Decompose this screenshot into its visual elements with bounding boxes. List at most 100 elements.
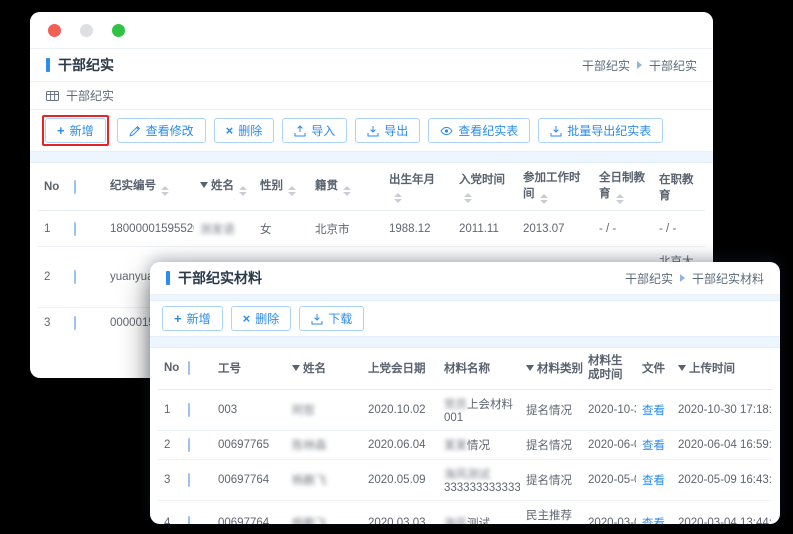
table-row: 1 18000001595520000 测发语 女 北京市 1988.12 20… bbox=[38, 211, 705, 247]
sort-icon[interactable] bbox=[288, 186, 296, 196]
breadcrumb-item[interactable]: 干部纪实 bbox=[625, 270, 673, 287]
header-select-all bbox=[182, 348, 212, 389]
row-checkbox[interactable] bbox=[74, 270, 76, 284]
filter-icon[interactable] bbox=[526, 365, 534, 371]
cell-file: 查看 bbox=[636, 459, 672, 500]
cell-no: 2 bbox=[38, 247, 68, 308]
row-checkbox[interactable] bbox=[188, 473, 190, 487]
filter-icon[interactable] bbox=[200, 182, 208, 188]
header-no: No bbox=[158, 348, 182, 389]
sort-icon[interactable] bbox=[394, 193, 402, 203]
cell-select bbox=[68, 308, 104, 379]
cell-upload-time: 2020-05-09 16:43:45 bbox=[672, 459, 772, 500]
export-button[interactable]: 导出 bbox=[355, 118, 420, 143]
download-button[interactable]: 下载 bbox=[299, 306, 364, 331]
header-file: 文件 bbox=[636, 348, 672, 389]
add-button[interactable]: 新增 bbox=[45, 118, 106, 143]
page-title-text: 干部纪实 bbox=[58, 55, 114, 75]
header-select-all bbox=[68, 163, 104, 211]
select-all-checkbox[interactable] bbox=[188, 361, 190, 375]
row-checkbox[interactable] bbox=[188, 438, 190, 452]
page-header: 干部纪实 干部纪实 干部纪实 bbox=[30, 49, 713, 82]
table-row: 1 003 阿哲 2020.10.02 党员上会材料001 提名情况 2020-… bbox=[158, 389, 772, 430]
cell-no: 4 bbox=[158, 500, 182, 524]
sort-icon[interactable] bbox=[161, 186, 169, 196]
edit-icon bbox=[129, 125, 141, 137]
view-file-link[interactable]: 查看 bbox=[642, 405, 665, 417]
window-titlebar bbox=[30, 12, 713, 49]
cell-gender: 女 bbox=[254, 211, 309, 247]
section-divider bbox=[30, 151, 713, 163]
x-icon bbox=[243, 312, 251, 325]
header-name: 姓名 bbox=[286, 348, 362, 389]
row-checkbox[interactable] bbox=[188, 403, 190, 417]
batch-export-button[interactable]: 批量导出纪实表 bbox=[538, 118, 663, 143]
title-accent-bar bbox=[46, 58, 50, 72]
breadcrumb-item[interactable]: 干部纪实 bbox=[582, 57, 630, 74]
materials-table: No 工号 姓名 上党会日期 材料名称 材料类别 材料生成时间 文件 上传时间 … bbox=[158, 348, 772, 524]
row-checkbox[interactable] bbox=[74, 316, 76, 330]
header-birth-date: 出生年月 bbox=[383, 163, 453, 211]
header-record-id: 纪实编号 bbox=[104, 163, 194, 211]
cell-onjob: - / - bbox=[653, 211, 705, 247]
view-record-sheet-button[interactable]: 查看纪实表 bbox=[428, 118, 530, 143]
view-edit-button[interactable]: 查看修改 bbox=[117, 118, 206, 143]
filter-icon[interactable] bbox=[292, 365, 300, 371]
traffic-light-minimize-icon[interactable] bbox=[80, 24, 93, 37]
traffic-light-close-icon[interactable] bbox=[48, 24, 61, 37]
cell-material-name: 某某情况 bbox=[438, 430, 520, 459]
cell-employee-id: 00697765 bbox=[212, 430, 286, 459]
cell-name: 杨鹏飞 bbox=[286, 459, 362, 500]
download-icon bbox=[367, 125, 379, 137]
cell-meeting-date: 2020.10.02 bbox=[362, 389, 438, 430]
stage: 干部纪实 干部纪实 干部纪实 干部纪实 新增 bbox=[0, 0, 793, 534]
sort-icon[interactable] bbox=[540, 194, 548, 204]
traffic-light-zoom-icon[interactable] bbox=[112, 24, 125, 37]
table-row: 3 00697764 杨鹏飞 2020.05.09 海风测试3333333333… bbox=[158, 459, 772, 500]
toolbar: 新增 查看修改 删除 导入 bbox=[30, 110, 713, 151]
header-meeting-date: 上党会日期 bbox=[362, 348, 438, 389]
header-no: No bbox=[38, 163, 68, 211]
sort-icon[interactable] bbox=[343, 186, 351, 196]
view-edit-label: 查看修改 bbox=[146, 125, 194, 137]
cell-record-id: 18000001595520000 bbox=[104, 211, 194, 247]
title-accent-bar bbox=[166, 271, 170, 285]
add-button[interactable]: 新增 bbox=[162, 306, 223, 331]
import-button[interactable]: 导入 bbox=[282, 118, 347, 143]
view-file-link[interactable]: 查看 bbox=[642, 475, 665, 487]
view-file-link[interactable]: 查看 bbox=[642, 518, 665, 524]
cell-party: 2011.11 bbox=[453, 211, 517, 247]
cell-meeting-date: 2020.03.03 bbox=[362, 500, 438, 524]
cell-name: 测发语 bbox=[194, 211, 254, 247]
cell-no: 1 bbox=[38, 211, 68, 247]
delete-button[interactable]: 删除 bbox=[231, 306, 292, 331]
select-all-checkbox[interactable] bbox=[74, 180, 76, 194]
cell-name: 阿哲 bbox=[286, 389, 362, 430]
view-file-link[interactable]: 查看 bbox=[642, 440, 665, 452]
view-record-sheet-label: 查看纪实表 bbox=[458, 125, 518, 137]
cell-name: 陈林森 bbox=[286, 430, 362, 459]
header-upload-time: 上传时间 bbox=[672, 348, 772, 389]
sort-icon[interactable] bbox=[464, 193, 472, 203]
filter-icon[interactable] bbox=[678, 365, 686, 371]
add-button-label: 新增 bbox=[70, 125, 94, 137]
delete-button[interactable]: 删除 bbox=[214, 118, 275, 143]
header-gender: 性别 bbox=[254, 163, 309, 211]
table-header-row: No 工号 姓名 上党会日期 材料名称 材料类别 材料生成时间 文件 上传时间 bbox=[158, 348, 772, 389]
header-employee-id: 工号 bbox=[212, 348, 286, 389]
header-name: 姓名 bbox=[194, 163, 254, 211]
cell-generated: 2020-06-04 bbox=[582, 430, 636, 459]
cell-category: 提名情况 bbox=[520, 459, 582, 500]
table-header-row: No 纪实编号 姓名 性别 籍贯 出生年月 入党时间 参加工作时间 全日制教育 … bbox=[38, 163, 705, 211]
row-checkbox[interactable] bbox=[188, 516, 190, 524]
sort-icon[interactable] bbox=[239, 186, 247, 196]
header-material-name: 材料名称 bbox=[438, 348, 520, 389]
cell-birth: 1988.12 bbox=[383, 211, 453, 247]
download-label: 下载 bbox=[328, 313, 352, 325]
annotation-highlight-box: 新增 bbox=[42, 115, 109, 146]
breadcrumb-arrow-icon bbox=[637, 61, 642, 69]
sort-icon[interactable] bbox=[616, 194, 624, 204]
breadcrumb-current: 干部纪实材料 bbox=[692, 270, 764, 287]
breadcrumb-arrow-icon bbox=[680, 274, 685, 282]
row-checkbox[interactable] bbox=[74, 222, 76, 236]
